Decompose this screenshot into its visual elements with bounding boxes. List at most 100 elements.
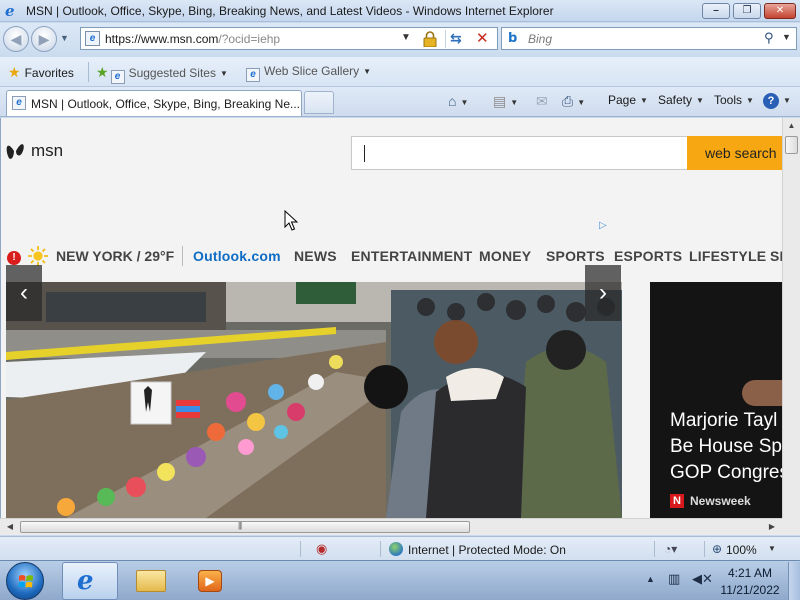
search-options-dropdown-icon[interactable]: ▼ (782, 32, 791, 42)
taskbar-internet-explorer[interactable]: e (62, 562, 118, 600)
star-icon: ★ (8, 64, 21, 80)
zoom-dropdown-icon[interactable]: ▼ (768, 544, 776, 553)
chevron-down-icon: ▼ (363, 67, 372, 76)
page-menu[interactable]: Page ▼ (608, 93, 648, 107)
internet-zone-globe-icon (389, 542, 403, 556)
side-news-card[interactable]: Marjorie Tayl Be House Spe GOP Congres N… (650, 282, 782, 518)
favorites-divider (88, 62, 89, 82)
new-tab-button[interactable] (304, 91, 334, 114)
horizontal-scrollbar[interactable]: ◀ ||| ▶ (0, 518, 782, 535)
show-hidden-icons-icon[interactable]: ▲ (646, 574, 655, 584)
zoom-magnifier-icon: ⊕ (712, 542, 723, 556)
alert-icon[interactable]: ! (7, 251, 21, 265)
close-button[interactable]: ✕ (764, 3, 796, 19)
status-divider (380, 541, 381, 557)
mail-icon: ✉ (536, 93, 548, 109)
internet-explorer-icon: e (77, 566, 94, 596)
nav-link-lifestyle[interactable]: LIFESTYLE (689, 248, 766, 264)
url-host: https://www.msn.com (105, 32, 219, 46)
nav-link-sports[interactable]: SPORTS (546, 248, 605, 264)
chevron-down-icon: ▼ (219, 69, 228, 78)
scroll-up-icon[interactable]: ▲ (783, 118, 800, 134)
search-icon[interactable]: ⚲ (764, 30, 774, 46)
lock-icon[interactable] (421, 31, 439, 47)
ie-logo-icon: e (5, 2, 15, 20)
msn-nav-bar: ! NEW YORK / 29°F Outlook.com NEWS ENTER… (1, 244, 782, 268)
title-bar: e MSN | Outlook, Office, Skype, Bing, Br… (0, 0, 800, 22)
scroll-right-icon[interactable]: ▶ (764, 519, 780, 535)
help-icon: ? (763, 93, 779, 109)
address-dropdown-icon[interactable]: ▼ (401, 32, 411, 43)
web-search-button[interactable]: web search (687, 136, 782, 170)
windows-flag-icon (18, 575, 33, 588)
ad-choices-icon[interactable]: ▷ (599, 220, 607, 231)
folder-icon (136, 570, 166, 592)
address-bar[interactable]: e https://www.msn.com/?ocid=iehp ▼ ⇆ ✕ (80, 27, 498, 50)
chevron-down-icon: ▼ (460, 98, 469, 107)
zoom-level[interactable]: 100% (726, 543, 757, 557)
suggested-sites-label: Suggested Sites (128, 66, 216, 80)
carousel-next-button[interactable]: › (585, 265, 621, 321)
safety-menu[interactable]: Safety ▼ (658, 93, 704, 107)
hero-photo (6, 282, 622, 518)
clock-date[interactable]: 11/21/2022 (716, 583, 784, 597)
carousel-previous-button[interactable]: ‹ (6, 265, 42, 321)
favorites-button[interactable]: ★ Favorites (8, 64, 74, 81)
taskbar-windows-explorer[interactable] (122, 562, 178, 600)
protected-mode-icon[interactable]: ◔▾ (664, 542, 677, 556)
help-button[interactable]: ? ▼ (763, 93, 791, 109)
weather-location-temp[interactable]: NEW YORK / 29°F (56, 248, 174, 264)
chevron-left-icon: ‹ (20, 279, 28, 306)
recent-pages-dropdown[interactable]: ▼ (60, 33, 69, 43)
web-slice-gallery-link[interactable]: e Web Slice Gallery ▼ (246, 64, 371, 82)
nav-link-outlook[interactable]: Outlook.com (193, 248, 281, 264)
web-search-input[interactable] (351, 136, 689, 170)
search-box[interactable]: b Bing ⚲ ▼ (501, 27, 797, 50)
volume-muted-icon[interactable]: ◀✕ (692, 571, 713, 587)
suggested-sites-link[interactable]: ★ e Suggested Sites ▼ (96, 64, 228, 84)
clock-time[interactable]: 4:21 AM (718, 566, 782, 580)
tools-menu-label: Tools (714, 93, 743, 107)
back-button[interactable]: ◀ (3, 26, 29, 52)
side-card-headline[interactable]: Marjorie Tayl Be House Spe GOP Congres (670, 408, 782, 486)
address-url[interactable]: https://www.msn.com/?ocid=iehp (105, 32, 280, 46)
ie-page-icon: e (12, 96, 26, 110)
nav-link-money[interactable]: MONEY (479, 248, 531, 264)
show-desktop-button[interactable] (788, 562, 800, 600)
chevron-down-icon: ▼ (577, 98, 586, 107)
tab-msn[interactable]: e MSN | Outlook, Office, Skype, Bing, Br… (6, 90, 302, 116)
home-icon: ⌂ (448, 93, 457, 109)
chevron-down-icon: ▼ (510, 98, 519, 107)
add-to-favorites-bar-icon[interactable]: ★ (96, 64, 109, 80)
stop-icon[interactable]: ✕ (476, 29, 489, 47)
start-button[interactable] (6, 562, 44, 600)
forward-button[interactable]: ▶ (31, 26, 57, 52)
vertical-scroll-thumb[interactable] (785, 136, 798, 154)
feeds-button[interactable]: ▤ ▼ (493, 93, 518, 110)
read-mail-button[interactable]: ✉ (536, 93, 548, 110)
media-player-icon: ▶ (198, 570, 222, 592)
side-card-source: Newsweek (690, 494, 751, 508)
scroll-left-icon[interactable]: ◀ (2, 519, 18, 535)
privacy-report-icon[interactable]: ◉ (316, 541, 327, 557)
print-button[interactable]: ⎙ ▼ (562, 93, 585, 110)
msn-logo[interactable]: msn (5, 138, 63, 164)
horizontal-scroll-thumb[interactable] (20, 521, 470, 533)
nav-link-shopping[interactable]: SH (770, 248, 782, 264)
vertical-scrollbar[interactable]: ▲ (782, 118, 800, 518)
nav-link-news[interactable]: NEWS (294, 248, 337, 264)
home-button[interactable]: ⌂ ▼ (448, 93, 468, 109)
network-icon[interactable]: ▥ (668, 571, 680, 587)
tools-menu[interactable]: Tools ▼ (714, 93, 754, 107)
refresh-icon[interactable]: ⇆ (450, 30, 462, 47)
minimize-button[interactable]: – (702, 3, 730, 19)
nav-link-esports[interactable]: ESPORTS (614, 248, 682, 264)
window-title: MSN | Outlook, Office, Skype, Bing, Brea… (26, 4, 554, 18)
hero-news-image[interactable] (6, 282, 622, 518)
maximize-button[interactable]: ❐ (733, 3, 761, 19)
security-zone-text[interactable]: Internet | Protected Mode: On (408, 543, 566, 557)
nav-link-entertainment[interactable]: ENTERTAINMENT (351, 248, 472, 264)
scrollbar-corner (782, 518, 800, 535)
search-placeholder[interactable]: Bing (528, 32, 552, 46)
taskbar-media-player[interactable]: ▶ (182, 562, 238, 600)
